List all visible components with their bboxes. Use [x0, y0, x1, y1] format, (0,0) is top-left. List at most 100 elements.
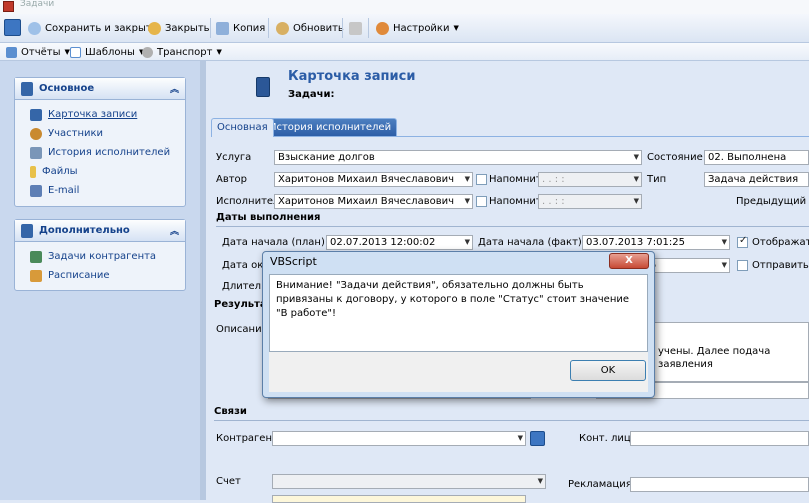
dropdown-arrow-icon: ▼ — [464, 197, 470, 205]
dropdown-arrow-icon: ▼ — [537, 477, 543, 485]
copy-button[interactable]: Копия — [216, 17, 265, 39]
dialog-title: VBScript — [270, 255, 317, 268]
result-textarea[interactable]: учены. Далее подача заявления — [654, 322, 809, 382]
dropdown-arrow-icon: ▼ — [633, 153, 639, 161]
app-icon — [3, 1, 14, 12]
reports-icon — [6, 46, 17, 58]
collapse-icon[interactable]: ︽ — [170, 224, 179, 237]
refresh-button[interactable]: Обновить — [276, 17, 344, 39]
dialog-message: Внимание! "Задачи действия", обязательно… — [276, 280, 630, 319]
save-icon[interactable] — [4, 19, 21, 36]
toolbar-separator — [368, 18, 369, 38]
nav-item-email[interactable]: E-mail — [15, 181, 185, 200]
type-field[interactable]: Задача действия — [704, 172, 809, 187]
description-label: Описание — [216, 324, 268, 335]
executor-remind-date[interactable]: . . : : ▼ — [538, 194, 642, 209]
nav-item-participants[interactable]: Участники — [15, 124, 185, 143]
contract-field[interactable] — [272, 495, 526, 503]
display-checkbox[interactable] — [737, 235, 748, 248]
nav-group-header[interactable]: Дополнительно ︽ — [15, 220, 185, 242]
send-checkbox[interactable] — [737, 260, 748, 271]
dropdown-arrow-icon: ▼ — [464, 175, 470, 183]
start-fact-label: Дата начала (факт) — [478, 237, 582, 248]
counterparty-label: Контрагент — [216, 433, 278, 444]
end-fact-date[interactable]: 5▼ — [646, 258, 730, 273]
dropdown-arrow-icon: ▼ — [216, 48, 222, 56]
nav-group-additional: Дополнительно ︽ Задачи контрагента Распи… — [14, 219, 186, 291]
save-close-button[interactable]: Сохранить и закрыть — [28, 17, 158, 39]
nav-group-header[interactable]: Основное ︽ — [15, 78, 185, 100]
claim-field[interactable] — [630, 477, 809, 492]
nav-item-card[interactable]: Карточка записи — [15, 105, 185, 124]
close-icon — [148, 21, 161, 35]
author-label: Автор — [216, 174, 248, 185]
secondary-toolbar: Отчёты ▼ Шаблоны ▼ Транспорт ▼ — [0, 43, 809, 61]
book-icon — [21, 81, 33, 96]
history-icon — [30, 146, 42, 159]
links-section-title: Связи — [214, 406, 247, 417]
dropdown-arrow-icon: ▼ — [721, 261, 727, 269]
contact-field[interactable] — [630, 431, 809, 446]
paperclip-icon — [30, 165, 36, 178]
reports-menu[interactable]: Отчёты ▼ — [6, 41, 70, 63]
card-icon — [30, 108, 42, 121]
executor-remind-checkbox[interactable] — [476, 196, 487, 207]
tab-main[interactable]: Основная — [211, 118, 274, 137]
users-icon — [30, 127, 42, 140]
tasks-icon — [30, 250, 42, 263]
calendar-icon — [30, 269, 42, 282]
collapse-icon[interactable]: ︽ — [170, 82, 179, 95]
dropdown-arrow-icon: ▼ — [633, 175, 639, 183]
account-select[interactable]: ▼ — [272, 474, 546, 489]
nav-item-counterparty-tasks[interactable]: Задачи контрагента — [15, 247, 185, 266]
author-select[interactable]: Харитонов Михаил Вячеславович ▼ — [274, 172, 473, 187]
section-divider — [216, 226, 809, 227]
counterparty-select[interactable]: ▼ — [272, 431, 526, 446]
ok-button[interactable]: OK — [570, 360, 646, 381]
start-fact-date[interactable]: 03.07.2013 7:01:25 ▼ — [582, 235, 730, 250]
record-card-icon — [256, 77, 270, 97]
send-label: Отправить у — [752, 260, 809, 271]
vbscript-dialog: VBScript X Внимание! "Задачи действия", … — [262, 251, 655, 398]
toolbar-separator — [268, 18, 269, 38]
settings-menu[interactable]: Настройки ▼ — [376, 17, 459, 39]
dropdown-arrow-icon: ▼ — [633, 197, 639, 205]
gear-icon — [376, 21, 389, 35]
left-nav-panel: Основное ︽ Карточка записи Участники Ист… — [0, 61, 200, 500]
state-select[interactable]: 02. Выполнена — [704, 150, 809, 165]
save-close-icon — [28, 21, 41, 35]
service-select[interactable]: Взыскание долгов ▼ — [274, 150, 642, 165]
tab-executor-history[interactable]: История исполнителей — [263, 118, 398, 137]
transport-menu[interactable]: Транспорт ▼ — [142, 41, 222, 63]
close-button[interactable]: Закрыть — [148, 17, 210, 39]
type-label: Тип — [647, 174, 667, 185]
page-subtitle: Задачи: — [288, 89, 335, 100]
nav-item-schedule[interactable]: Расписание — [15, 266, 185, 285]
up-arrow-icon[interactable] — [349, 22, 362, 35]
dialog-close-button[interactable]: X — [609, 253, 649, 269]
dates-section-title: Даты выполнения — [216, 212, 321, 223]
claim-label: Рекламация — [568, 479, 632, 490]
nav-group-main: Основное ︽ Карточка записи Участники Ист… — [14, 77, 186, 207]
state-label: Состояние — [647, 152, 703, 163]
transport-icon — [142, 46, 153, 58]
start-plan-date[interactable]: 02.07.2013 12:00:02 ▼ — [326, 235, 473, 250]
executor-select[interactable]: Харитонов Михаил Вячеславович ▼ — [274, 194, 473, 209]
section-divider — [214, 420, 809, 421]
toolbar-separator — [342, 18, 343, 38]
start-plan-label: Дата начала (план) — [222, 237, 325, 248]
open-card-icon[interactable] — [530, 431, 545, 446]
templates-icon — [70, 46, 81, 58]
window-title: Задачи — [20, 0, 55, 9]
page-title: Карточка записи — [288, 69, 416, 84]
account-label: Счет — [216, 476, 241, 487]
window-titlebar: Задачи — [0, 0, 809, 14]
display-label: Отображать — [752, 237, 809, 248]
contact-label: Конт. лицо — [579, 433, 637, 444]
author-remind-checkbox[interactable] — [476, 174, 487, 185]
dropdown-arrow-icon: ▼ — [721, 238, 727, 246]
author-remind-date[interactable]: . . : : ▼ — [538, 172, 642, 187]
templates-menu[interactable]: Шаблоны ▼ — [70, 41, 144, 63]
nav-item-files[interactable]: Файлы — [15, 162, 185, 181]
nav-item-executor-history[interactable]: История исполнителей — [15, 143, 185, 162]
